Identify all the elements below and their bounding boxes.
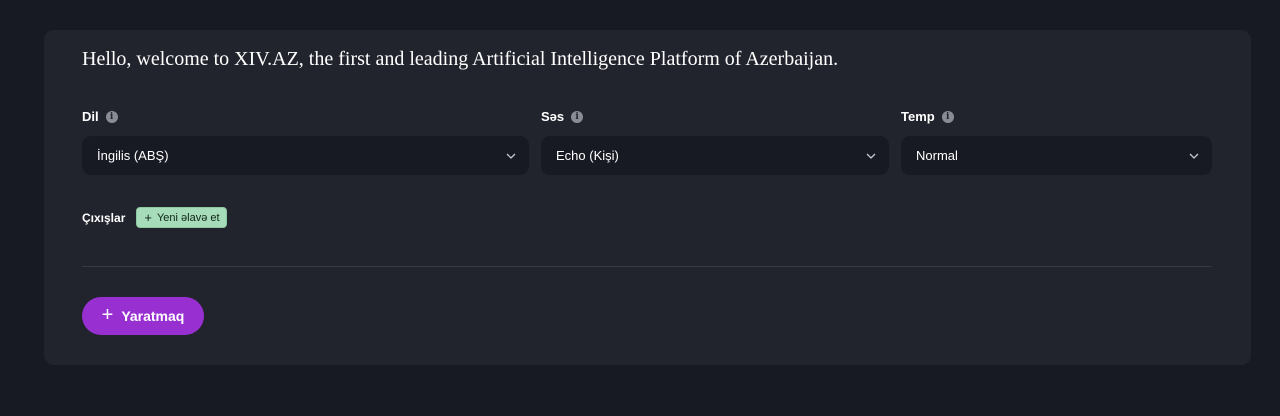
info-icon[interactable]: i	[105, 110, 118, 123]
voice-label-group: Səs i	[541, 109, 584, 124]
temp-select[interactable]: Normal	[901, 136, 1212, 175]
temp-value: Normal	[916, 148, 958, 163]
plus-icon: +	[101, 304, 114, 326]
chevron-down-icon	[505, 150, 517, 162]
create-button[interactable]: + Yaratmaq	[82, 297, 204, 335]
info-icon[interactable]: i	[571, 110, 584, 123]
outputs-label: Çıxışlar	[82, 210, 126, 225]
create-button-label: Yaratmaq	[121, 308, 185, 324]
language-select[interactable]: İngilis (ABŞ)	[82, 136, 529, 175]
voice-value: Echo (Kişi)	[556, 148, 619, 163]
divider	[82, 266, 1212, 267]
welcome-headline: Hello, welcome to XIV.AZ, the first and …	[82, 48, 839, 70]
language-value: İngilis (ABŞ)	[97, 148, 169, 163]
temp-label-group: Temp i	[901, 109, 954, 124]
plus-icon: +	[144, 210, 152, 225]
language-label-group: Dil i	[82, 109, 118, 124]
add-output-button[interactable]: + Yeni əlavə et	[136, 207, 227, 228]
generator-card: Hello, welcome to XIV.AZ, the first and …	[44, 30, 1251, 365]
chevron-down-icon	[865, 150, 877, 162]
add-output-label: Yeni əlavə et	[156, 211, 220, 224]
outputs-row: Çıxışlar + Yeni əlavə et	[82, 207, 227, 228]
temp-label: Temp	[901, 109, 935, 124]
language-label: Dil	[82, 109, 99, 124]
voice-label: Səs	[541, 109, 565, 124]
info-icon[interactable]: i	[941, 110, 954, 123]
chevron-down-icon	[1188, 150, 1200, 162]
voice-select[interactable]: Echo (Kişi)	[541, 136, 889, 175]
